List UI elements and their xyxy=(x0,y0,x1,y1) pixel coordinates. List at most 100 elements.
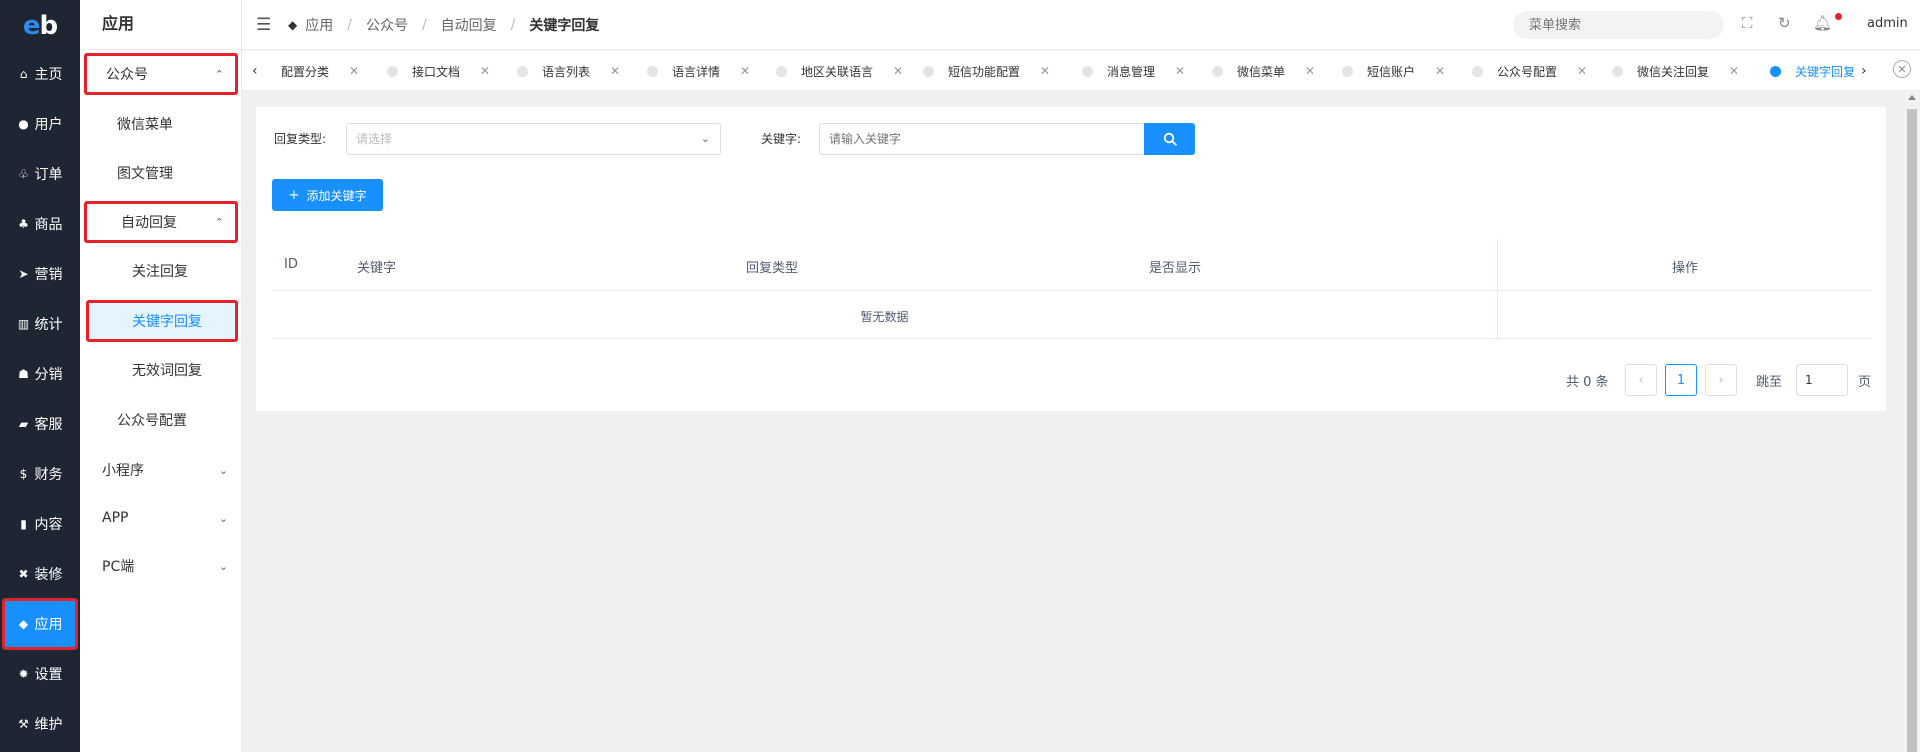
tab-item[interactable]: 语言列表 ✕ xyxy=(517,59,620,83)
submenu-item[interactable]: 关键字回复 xyxy=(86,300,238,342)
tab-close-icon[interactable]: ✕ xyxy=(1577,64,1587,78)
keyword-input[interactable] xyxy=(819,123,1144,155)
submenu-item-label: 图文管理 xyxy=(117,166,173,182)
sidebar-item-group[interactable]: ☗ 分销 xyxy=(0,350,80,398)
sidebar-item-label: 财务 xyxy=(34,467,63,483)
tab-item[interactable]: 地区关联语言 ✕ xyxy=(776,59,903,83)
tabs-scroll-right-icon[interactable]: › xyxy=(1861,63,1867,79)
page-number-button[interactable]: 1 xyxy=(1665,364,1697,396)
submenu-item[interactable]: 图文管理 xyxy=(80,152,242,194)
sidebar-item-home[interactable]: ⌂ 主页 xyxy=(0,50,80,98)
submenu-item-label: 公众号配置 xyxy=(117,413,187,429)
refresh-icon[interactable]: ↻ xyxy=(1778,14,1791,32)
tab-close-icon[interactable]: ✕ xyxy=(480,64,490,78)
sidebar-item-chat[interactable]: ▰ 客服 xyxy=(0,400,80,448)
breadcrumb-item[interactable]: 应用 xyxy=(305,15,333,35)
tab-status-dot xyxy=(387,65,398,77)
sidebar-item-cube[interactable]: ◆ 应用 xyxy=(2,598,78,650)
sidebar-item-send[interactable]: ➤ 营销 xyxy=(0,250,80,298)
submenu-item-label: 自动回复 xyxy=(121,215,177,231)
tab-close-icon[interactable]: ✕ xyxy=(1435,64,1445,78)
cart-icon: ♧ xyxy=(18,167,29,181)
sidebar-item-user[interactable]: ● 用户 xyxy=(0,100,80,148)
breadcrumb-separator: / xyxy=(510,16,516,33)
sidebar-item-label: 主页 xyxy=(34,67,63,83)
tab-item[interactable]: 短信账户 ✕ xyxy=(1342,59,1445,83)
bar-chart-icon: ▥ xyxy=(17,317,30,331)
user-name[interactable]: admin xyxy=(1867,16,1908,31)
sidebar-item-tools[interactable]: ✖ 装修 xyxy=(0,550,80,598)
tab-item[interactable]: 配置分类 ✕ xyxy=(281,59,359,83)
breadcrumb-item[interactable]: 公众号 xyxy=(366,15,408,35)
sidebar-item-hammer[interactable]: ⚒ 维护 xyxy=(0,700,80,748)
jump-page-input[interactable] xyxy=(1796,364,1848,396)
tab-close-icon[interactable]: ✕ xyxy=(1175,64,1185,78)
tab-label: 语言详情 xyxy=(672,64,721,79)
sidebar-item-bar-chart[interactable]: ▥ 统计 xyxy=(0,300,80,348)
tabs-scroll-left-icon[interactable]: ‹ xyxy=(252,63,258,79)
submenu-item[interactable]: 小程序 ⌄ xyxy=(80,449,242,491)
tab-close-icon[interactable]: ✕ xyxy=(1729,64,1739,78)
breadcrumb-separator: / xyxy=(421,16,427,33)
tab-close-icon[interactable]: ✕ xyxy=(349,64,359,78)
chat-icon: ▰ xyxy=(18,417,29,431)
tab-close-icon[interactable]: ✕ xyxy=(893,64,903,78)
breadcrumb-item[interactable]: 自动回复 xyxy=(441,15,497,35)
prev-page-button[interactable]: ‹ xyxy=(1625,364,1657,396)
search-button[interactable] xyxy=(1144,123,1195,155)
collapse-menu-icon[interactable]: ☰ xyxy=(256,15,276,35)
scroll-up-arrow-icon[interactable] xyxy=(1908,95,1916,100)
tab-item[interactable]: 接口文档 ✕ xyxy=(387,59,490,83)
chevron-up-icon: ⌃ xyxy=(214,67,224,81)
submenu-item[interactable]: 无效词回复 xyxy=(80,349,242,391)
tab-close-icon[interactable]: ✕ xyxy=(740,64,750,78)
next-page-button[interactable]: › xyxy=(1705,364,1737,396)
main-sidebar: eb ⌂ 主页 ● 用户 ♧ 订单 ♣ 商品 ➤ 营销 ▥ 统计 ☗ 分销 ▰ 客服 $ 财务 ▮ 内容 ✖ 装修 ◆ 应用 ✹… xyxy=(0,0,80,752)
tab-item[interactable]: 公众号配置 ✕ xyxy=(1472,59,1587,83)
sidebar-item-dollar[interactable]: $ 财务 xyxy=(0,450,80,498)
tab-item[interactable]: 微信菜单 ✕ xyxy=(1212,59,1315,83)
add-keyword-label: 添加关键字 xyxy=(306,188,367,203)
tab-label: 短信功能配置 xyxy=(948,64,1021,79)
tab-item[interactable]: 消息管理 ✕ xyxy=(1082,59,1185,83)
sidebar-item-label: 分销 xyxy=(34,367,63,383)
page-scrollbar[interactable] xyxy=(1904,91,1920,752)
tab-status-dot xyxy=(1770,65,1781,77)
submenu-item[interactable]: 自动回复 ⌃ xyxy=(84,201,238,243)
tab-item[interactable]: 关键字回复 xyxy=(1770,59,1855,83)
sidebar-item-gear[interactable]: ✹ 设置 xyxy=(0,650,80,698)
tab-item[interactable]: 短信功能配置 ✕ xyxy=(923,59,1050,83)
column-header-reply-type: 回复类型 xyxy=(746,261,799,276)
tab-item[interactable]: 微信关注回复 ✕ xyxy=(1612,59,1739,83)
tab-item[interactable]: 语言详情 ✕ xyxy=(647,59,750,83)
reply-type-select[interactable]: 请选择 ⌄ xyxy=(346,123,721,155)
submenu-item[interactable]: PC端 ⌄ xyxy=(80,545,242,587)
submenu-item[interactable]: 微信菜单 xyxy=(80,103,242,145)
tab-label: 微信关注回复 xyxy=(1637,64,1710,79)
bell-icon[interactable]: 🔔︎ xyxy=(1813,14,1832,32)
submenu-item[interactable]: 公众号 ⌃ xyxy=(84,53,238,95)
submenu-item-label: PC端 xyxy=(102,559,135,575)
add-keyword-button[interactable]: + 添加关键字 xyxy=(272,179,383,211)
tab-close-icon[interactable]: ✕ xyxy=(610,64,620,78)
tab-close-icon[interactable]: ✕ xyxy=(1305,64,1315,78)
close-all-tabs-icon[interactable]: ✕ xyxy=(1893,60,1911,78)
logo-letter-e: e xyxy=(22,11,41,41)
app-logo[interactable]: eb xyxy=(0,0,80,52)
submenu-item[interactable]: APP ⌄ xyxy=(80,497,242,539)
menu-search-input[interactable] xyxy=(1513,11,1724,39)
column-header-is-visible: 是否显示 xyxy=(1149,261,1202,276)
group-icon: ☗ xyxy=(18,367,29,381)
reply-type-label: 回复类型: xyxy=(274,132,327,146)
submenu-item[interactable]: 公众号配置 xyxy=(80,399,242,441)
sidebar-item-basket[interactable]: ♣ 商品 xyxy=(0,200,80,248)
fullscreen-icon[interactable]: ⛶ xyxy=(1742,14,1753,32)
send-icon: ➤ xyxy=(18,267,29,281)
scrollbar-thumb[interactable] xyxy=(1907,109,1917,752)
sidebar-item-cart[interactable]: ♧ 订单 xyxy=(0,150,80,198)
table-body: 暂无数据 xyxy=(272,291,1872,339)
sidebar-item-book[interactable]: ▮ 内容 xyxy=(0,500,80,548)
chevron-up-icon: ⌃ xyxy=(214,215,224,229)
submenu-item[interactable]: 关注回复 xyxy=(80,250,242,292)
tab-close-icon[interactable]: ✕ xyxy=(1040,64,1050,78)
